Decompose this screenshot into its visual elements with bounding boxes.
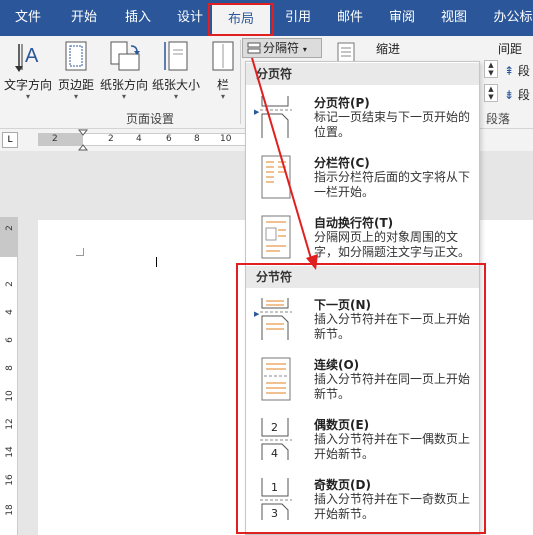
chevron-down-icon: ▾ — [121, 92, 126, 101]
breaks-dropdown-button[interactable]: 分隔符 ▾ — [242, 38, 322, 58]
chevron-down-icon: ▾ — [302, 45, 307, 54]
breaks-icon — [247, 42, 261, 54]
tab-review[interactable]: 审阅 — [380, 0, 424, 36]
columns-icon — [212, 41, 234, 71]
ruler-number: 6 — [166, 134, 172, 144]
vruler-number: 6 — [5, 337, 15, 343]
ruler-number: 10 — [220, 134, 232, 144]
spin-up-down[interactable]: ▲ ▼ — [484, 84, 498, 102]
section-breaks-highlight — [236, 263, 486, 534]
breaks-label: 分隔符 — [263, 41, 300, 55]
ruler-number: 2 — [108, 134, 114, 144]
vruler-number: 14 — [5, 446, 15, 458]
tab-file[interactable]: 文件 — [8, 0, 48, 36]
text-wrapping-break-title: 自动换行符(T) — [314, 216, 394, 230]
margins-button[interactable]: 页边距 ▾ — [56, 40, 96, 101]
vruler-number: 10 — [5, 390, 15, 402]
indent-marker-icon[interactable] — [78, 129, 88, 151]
spin-up-down[interactable]: ▲ ▼ — [484, 60, 498, 78]
chevron-down-icon: ▾ — [220, 92, 225, 101]
text-direction-label: 文字方向 — [3, 78, 52, 92]
svg-text:A: A — [25, 45, 39, 67]
ruler-margin-shade — [38, 133, 83, 146]
text-direction-button[interactable]: A 文字方向 ▾ — [2, 40, 54, 101]
paper-size-icon — [164, 41, 188, 71]
chevron-down-icon: ▾ — [73, 92, 78, 101]
orientation-label: 纸张方向 — [99, 78, 148, 92]
tab-office-tools[interactable]: 办公标 — [488, 0, 533, 36]
tab-references[interactable]: 引用 — [278, 0, 318, 36]
ruler-number: 8 — [194, 134, 200, 144]
text-cursor — [156, 257, 157, 267]
text-direction-icon: A — [15, 44, 39, 72]
spacing-after-label: ⇟ 段 — [504, 88, 530, 102]
tab-view[interactable]: 视图 — [432, 0, 476, 36]
orientation-icon — [110, 41, 140, 71]
group-separator — [240, 40, 241, 124]
text-wrapping-break-icon — [261, 215, 291, 259]
vruler-number: 2 — [5, 281, 15, 287]
orientation-button[interactable]: 纸张方向 ▾ — [98, 40, 150, 101]
chevron-down-icon: ▾ — [25, 92, 30, 101]
vruler-number: 8 — [5, 365, 15, 371]
page-break-icon — [260, 96, 292, 138]
size-label: 纸张大小 — [151, 78, 200, 92]
tab-selector-button[interactable]: L — [2, 132, 18, 148]
page-break-desc: 标记一页结束与下一页开始的位置。 — [314, 110, 471, 139]
vruler-number: 4 — [5, 309, 15, 315]
margin-corner-mark — [76, 248, 84, 256]
layout-tab-highlight — [208, 3, 274, 36]
ruler-number: 2 — [52, 134, 58, 144]
page-break-title: 分页符(P) — [314, 96, 370, 110]
tab-mailings[interactable]: 邮件 — [328, 0, 372, 36]
vertical-ruler[interactable]: 2 2 4 6 8 10 12 14 16 18 — [0, 217, 18, 535]
size-button[interactable]: 纸张大小 ▾ — [150, 40, 202, 101]
page-setup-group-label: 页面设置 — [126, 112, 175, 126]
columns-button[interactable]: 栏 ▾ — [208, 40, 238, 101]
tab-insert[interactable]: 插入 — [116, 0, 160, 36]
margins-icon — [65, 41, 87, 71]
chevron-down-icon: ▾ — [173, 92, 178, 101]
tab-design[interactable]: 设计 — [170, 0, 210, 36]
column-break-desc: 指示分栏符后面的文字将从下一栏开始。 — [314, 170, 471, 199]
menu-item-page-break[interactable]: ▶ 分页符(P) 标记一页结束与下一页开始的位置。 — [246, 94, 479, 148]
spacing-label: 间距 — [498, 42, 523, 56]
vruler-number: 12 — [5, 418, 15, 430]
margins-label: 页边距 — [57, 78, 94, 92]
column-break-icon — [261, 155, 291, 199]
indent-label: 缩进 — [376, 42, 401, 56]
ruler-number: 4 — [136, 134, 142, 144]
vruler-number: 16 — [5, 474, 15, 486]
paragraph-group-label: 段落 — [486, 112, 511, 126]
menu-item-text-wrapping-break[interactable]: 自动换行符(T) 分隔网页上的对象周围的文字，如分隔题注文字与正文。 — [246, 214, 479, 266]
vruler-number: 18 — [5, 504, 15, 516]
spacing-before-label: ⇞ 段 — [504, 64, 530, 78]
columns-label: 栏 — [216, 78, 229, 92]
menu-item-column-break[interactable]: 分栏符(C) 指示分栏符后面的文字将从下一栏开始。 — [246, 154, 479, 210]
tab-home[interactable]: 开始 — [62, 0, 106, 36]
text-wrapping-break-desc: 分隔网页上的对象周围的文字，如分隔题注文字与正文。 — [314, 230, 471, 259]
page-breaks-header: 分页符 — [246, 63, 479, 85]
vruler-number: 2 — [5, 225, 15, 231]
column-break-title: 分栏符(C) — [314, 156, 370, 170]
